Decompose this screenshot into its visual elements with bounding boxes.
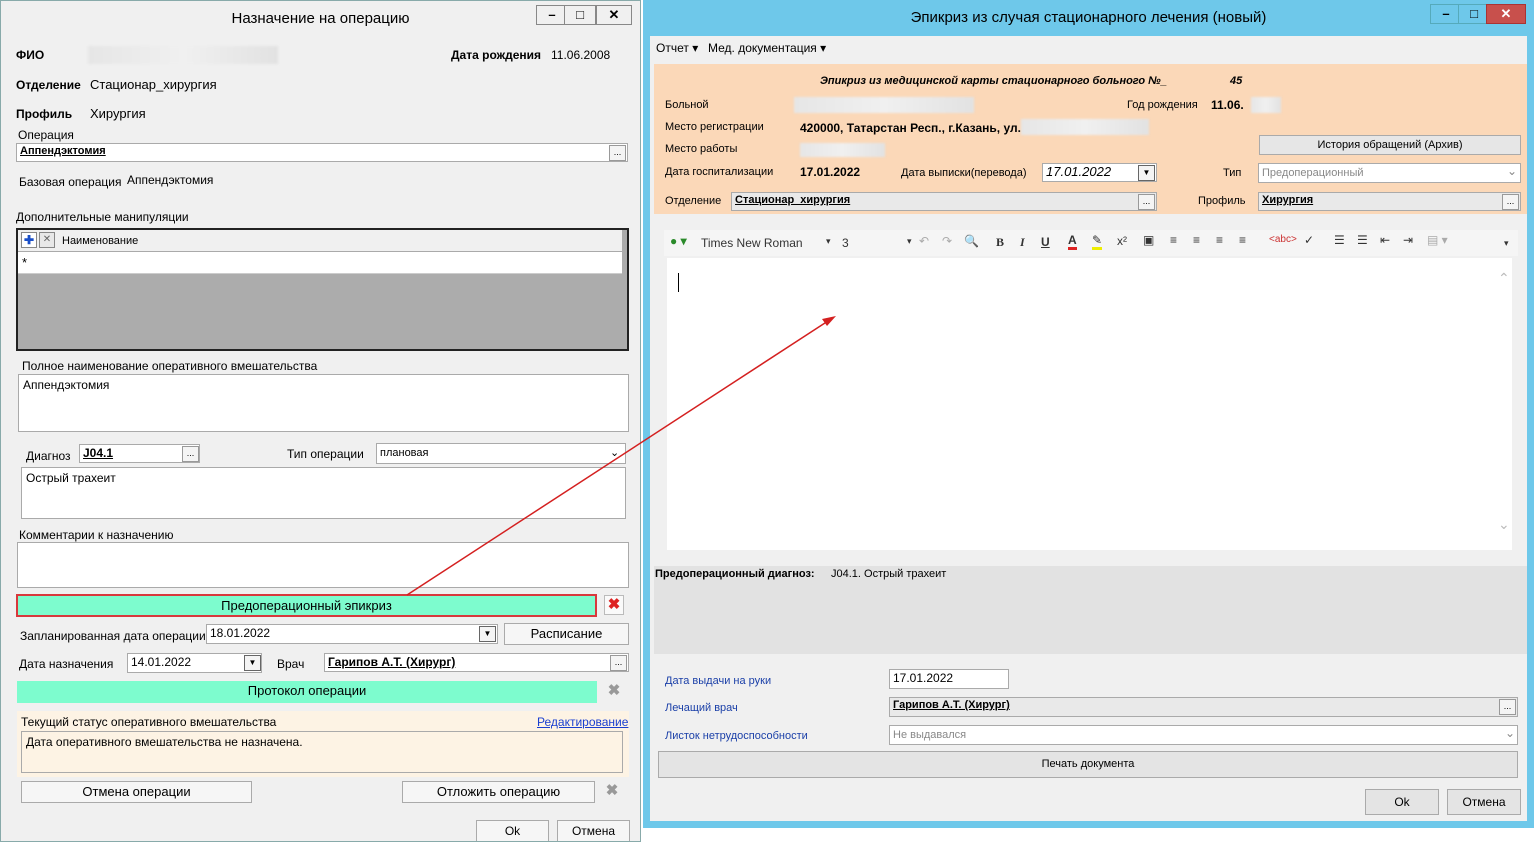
arrow-head xyxy=(822,316,836,326)
arrow-line xyxy=(406,320,829,596)
annotation-arrow xyxy=(406,316,836,596)
